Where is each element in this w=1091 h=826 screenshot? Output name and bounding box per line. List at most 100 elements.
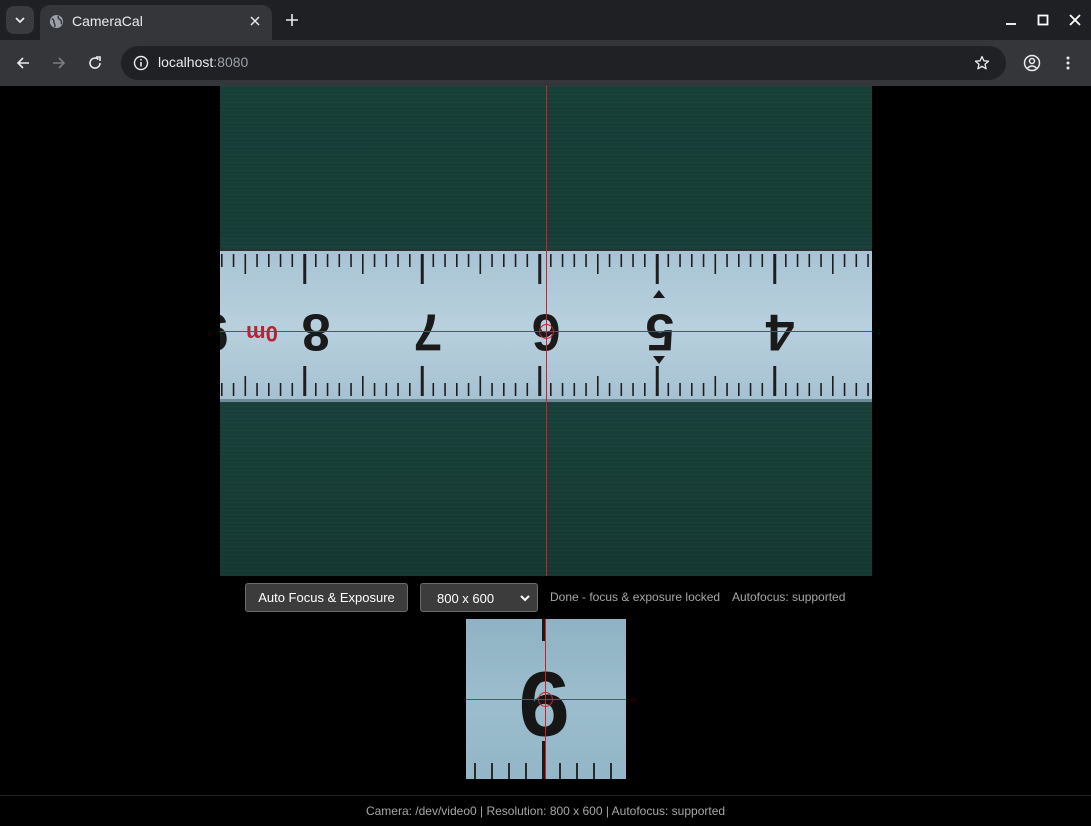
tab-close-button[interactable]	[246, 12, 264, 30]
tape-tick	[256, 383, 258, 396]
site-info-icon	[133, 55, 149, 71]
tape-tick	[796, 383, 799, 396]
tape-tick	[514, 254, 517, 267]
tab-list-icon	[15, 17, 25, 24]
forward-button[interactable]	[47, 51, 71, 75]
zoom-tick	[593, 763, 595, 779]
footer-status-text: Camera: /dev/video0 | Resolution: 800 x …	[365, 804, 726, 818]
tape-tick	[338, 254, 341, 267]
back-arrow-icon	[16, 57, 29, 69]
tape-tick	[409, 254, 411, 267]
tape-tick	[761, 383, 764, 396]
tape-tick	[820, 254, 822, 267]
tape-tick	[749, 383, 752, 396]
tape-tick	[726, 254, 728, 267]
tape-tick	[714, 254, 717, 274]
tape-tick	[597, 254, 599, 274]
status-footer: Camera: /dev/video0 | Resolution: 800 x …	[0, 795, 1091, 826]
tape-tick	[820, 383, 822, 396]
tape-tick	[843, 254, 846, 267]
tape-tick	[268, 383, 270, 396]
tape-tick	[785, 254, 787, 267]
tape-tick	[585, 254, 587, 267]
tape-tick	[608, 254, 611, 267]
tape-tick	[362, 254, 364, 274]
tape-tick	[832, 376, 834, 396]
focus-status-message: Done - focus & exposure locked	[550, 590, 721, 604]
plus-icon	[286, 14, 298, 26]
tape-tick	[467, 383, 470, 396]
browser-tab[interactable]: CameraCal	[40, 5, 272, 40]
zoom-tick	[508, 763, 510, 779]
zoom-tick	[576, 763, 578, 779]
tape-tick	[467, 254, 470, 267]
tape-tick	[597, 376, 599, 396]
tape-tick	[362, 376, 364, 396]
autofocus-support-status: Autofocus: supported	[732, 590, 846, 604]
browser-toolbar: localhost:8080	[0, 40, 1091, 86]
profile-button[interactable]	[1020, 51, 1044, 75]
tape-tick	[350, 254, 352, 267]
tape-tick	[867, 254, 869, 267]
crosshair-center	[539, 324, 554, 339]
tape-tick	[503, 254, 505, 267]
tape-tick	[561, 383, 564, 396]
tape-tick	[315, 383, 317, 396]
tape-arrow-up	[653, 290, 665, 298]
tape-tick	[573, 254, 576, 267]
globe-icon	[49, 14, 64, 29]
tape-tick	[679, 383, 681, 396]
tape-tick	[514, 383, 517, 396]
tab-list-button[interactable]	[6, 6, 34, 34]
tape-tick	[526, 383, 529, 396]
tape-tick	[679, 254, 681, 267]
window-close-button[interactable]	[1065, 10, 1085, 30]
tape-tick	[303, 254, 307, 284]
tape-tick	[291, 254, 294, 267]
star-icon	[974, 55, 990, 70]
camera-feed[interactable]: 987654 0m	[220, 86, 872, 576]
tape-tick	[620, 254, 623, 267]
site-info-button[interactable]	[129, 51, 153, 75]
minimize-icon	[1006, 23, 1016, 25]
tape-zero-marking: 0m	[246, 321, 278, 346]
browser-menu-button[interactable]	[1056, 51, 1080, 75]
address-bar[interactable]: localhost:8080	[121, 46, 1006, 80]
tape-tick	[491, 383, 493, 396]
maximize-button[interactable]	[1033, 10, 1053, 30]
auto-focus-exposure-button[interactable]: Auto Focus & Exposure	[245, 583, 408, 612]
tape-tick	[373, 254, 376, 267]
tape-tick	[479, 254, 482, 274]
tape-tick	[409, 383, 411, 396]
tape-tick	[221, 383, 223, 396]
tape-tick	[867, 383, 869, 396]
tape-tick	[691, 254, 693, 267]
tape-tick	[456, 383, 458, 396]
more-vert-icon	[1066, 56, 1070, 70]
tape-tick	[773, 366, 777, 396]
tape-tick	[738, 383, 740, 396]
bookmark-button[interactable]	[972, 53, 992, 73]
tape-tick	[855, 383, 858, 396]
tape-tick	[808, 383, 811, 396]
tape-tick	[432, 383, 435, 396]
back-button[interactable]	[11, 51, 35, 75]
tape-tick	[644, 254, 646, 267]
resolution-select[interactable]: 800 x 600	[420, 583, 538, 612]
tape-tick	[526, 254, 529, 267]
new-tab-button[interactable]	[282, 10, 302, 30]
profile-icon	[1023, 54, 1041, 72]
tape-tick	[303, 366, 307, 396]
tape-tick	[268, 254, 270, 267]
tape-tick	[632, 383, 634, 396]
minimize-button[interactable]	[1001, 10, 1021, 30]
browser-tab-bar: CameraCal	[0, 0, 1091, 40]
tape-tick	[373, 383, 376, 396]
reload-button[interactable]	[83, 51, 107, 75]
tape-tick	[444, 383, 446, 396]
close-icon	[250, 16, 260, 26]
tape-tick	[291, 383, 294, 396]
tape-tick	[397, 254, 399, 267]
zoom-tick	[559, 763, 561, 779]
tape-tick	[256, 254, 258, 267]
